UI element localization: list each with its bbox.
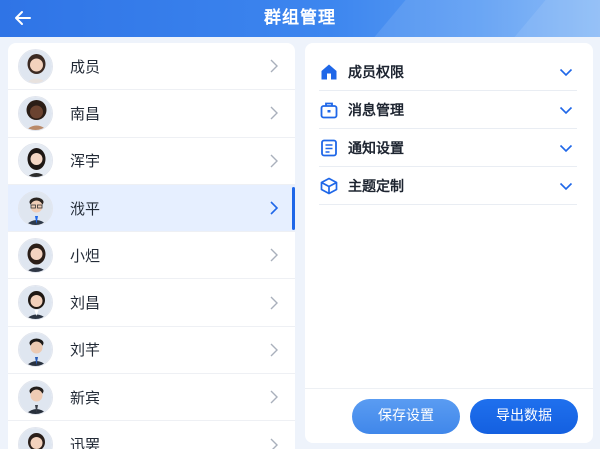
member-row[interactable]: 成员 xyxy=(8,43,295,91)
cube-icon xyxy=(319,176,339,196)
chevron-right-icon xyxy=(270,248,278,262)
chevron-right-icon xyxy=(270,390,278,404)
avatar xyxy=(18,48,53,84)
briefcase-icon xyxy=(319,100,339,120)
chevron-right-icon xyxy=(270,154,278,168)
avatar xyxy=(18,143,53,179)
chevron-right-icon xyxy=(270,201,279,215)
member-row[interactable]: 小炟 xyxy=(8,232,295,280)
page-title: 群组管理 xyxy=(264,8,336,28)
setting-message-management[interactable]: 消息管理 xyxy=(319,91,577,129)
member-row[interactable]: 浑宇 xyxy=(8,138,295,185)
member-name: 浑宇 xyxy=(70,152,101,171)
chevron-right-icon xyxy=(270,343,278,357)
member-name: 成员 xyxy=(70,57,101,76)
setting-label: 成员权限 xyxy=(348,64,404,81)
chevron-down-icon xyxy=(559,68,573,76)
member-name: 南昌 xyxy=(70,104,101,123)
member-list: 成员 南昌 浑宇 浌平 小炟 刘昌 刘芊 新宾 迅罢 xyxy=(8,43,295,449)
member-row[interactable]: 迅罢 xyxy=(8,421,295,449)
member-name: 新宾 xyxy=(70,388,101,407)
chevron-right-icon xyxy=(270,438,278,449)
setting-theme[interactable]: 主题定制 xyxy=(319,167,577,205)
chevron-down-icon xyxy=(559,106,573,114)
divider xyxy=(305,388,593,389)
member-name: 迅罢 xyxy=(70,436,101,449)
export-data-button[interactable]: 导出数据 xyxy=(470,399,578,434)
member-row[interactable]: 南昌 xyxy=(8,90,295,138)
chevron-down-icon xyxy=(559,182,573,190)
member-row[interactable]: 新宾 xyxy=(8,374,295,422)
arrow-left-icon xyxy=(15,11,31,25)
avatar xyxy=(18,95,53,131)
save-settings-button[interactable]: 保存设置 xyxy=(352,399,460,434)
member-name: 小炟 xyxy=(70,246,101,265)
member-name: 浌平 xyxy=(70,199,101,218)
avatar xyxy=(18,379,53,415)
member-row-selected[interactable]: 浌平 xyxy=(8,184,295,233)
member-name: 刘芊 xyxy=(70,341,101,360)
member-name: 刘昌 xyxy=(70,294,101,313)
setting-label: 主题定制 xyxy=(348,178,404,195)
avatar xyxy=(18,237,53,273)
chevron-right-icon xyxy=(270,106,278,120)
app-header: 群组管理 xyxy=(0,0,600,37)
home-icon xyxy=(319,62,339,82)
avatar xyxy=(18,285,53,321)
setting-notification[interactable]: 通知设置 xyxy=(319,129,577,167)
chevron-right-icon xyxy=(270,296,278,310)
avatar xyxy=(18,332,53,368)
document-icon xyxy=(319,138,339,158)
setting-label: 通知设置 xyxy=(348,140,404,157)
back-button[interactable] xyxy=(12,7,34,29)
member-row[interactable]: 刘昌 xyxy=(8,279,295,327)
chevron-right-icon xyxy=(270,59,278,73)
chevron-down-icon xyxy=(559,144,573,152)
avatar xyxy=(18,190,53,226)
setting-member-permissions[interactable]: 成员权限 xyxy=(319,53,577,91)
settings-panel: 成员权限 消息管理 通知设置 主题定制 保存设置 导出数据 xyxy=(305,43,593,443)
member-row[interactable]: 刘芊 xyxy=(8,327,295,375)
avatar xyxy=(18,427,53,449)
setting-label: 消息管理 xyxy=(348,102,404,119)
